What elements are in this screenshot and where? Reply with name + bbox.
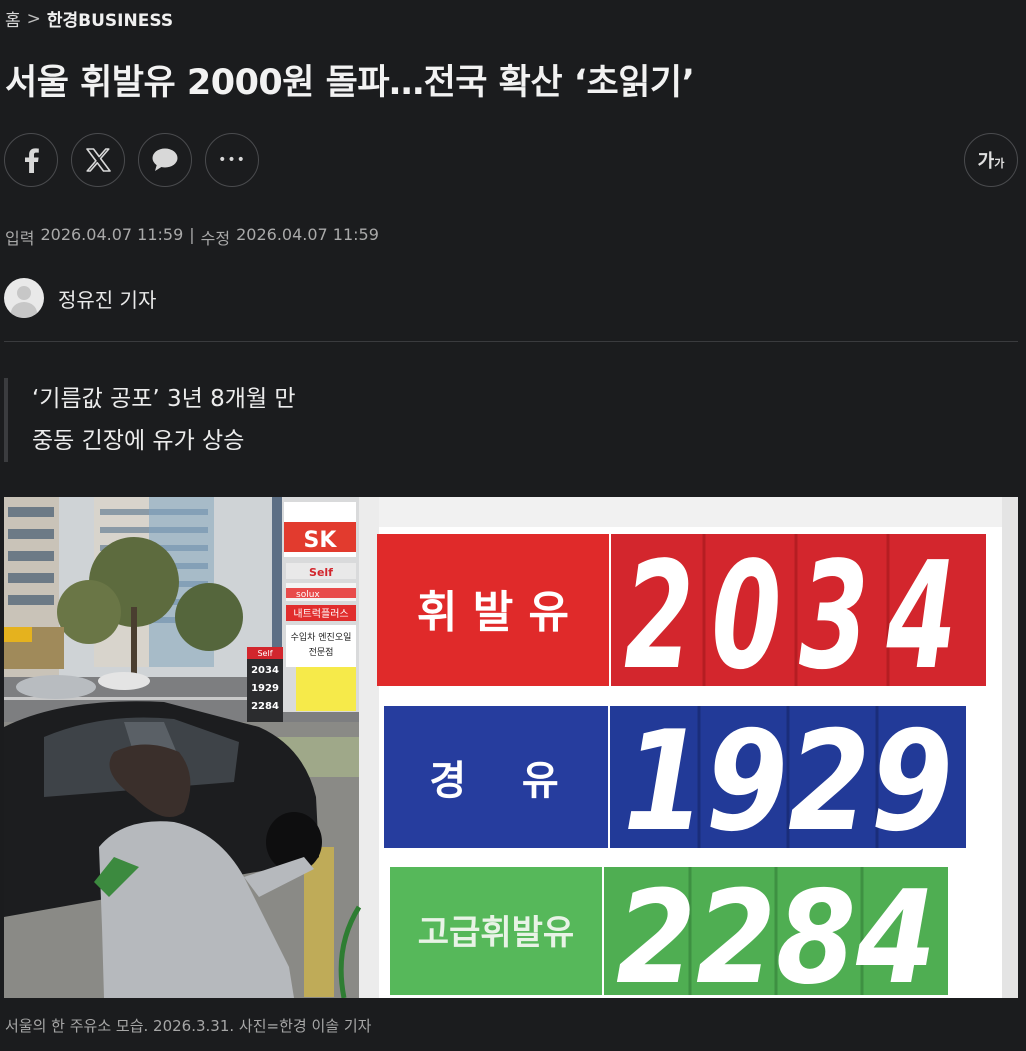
facebook-icon [25, 148, 39, 173]
share-buttons: ••• [4, 133, 259, 187]
more-icon: ••• [218, 152, 246, 168]
sign-line: solux [296, 590, 320, 600]
input-date-value: 2026.04.07 11:59 [40, 225, 184, 244]
breadcrumb: 홈 > 한경BUSINESS [5, 6, 173, 32]
article-dates: 입력 2026.04.07 11:59 | 수정 2026.04.07 11:5… [5, 225, 379, 249]
premium-gasoline-price: 2284 [616, 864, 936, 998]
sign-line: 내트럭플러스 [293, 608, 348, 620]
small-board-price: 1929 [251, 683, 279, 694]
small-board-self: Self [257, 649, 272, 658]
article-photo: SK Self solux 내트럭플러스 수입차 엔진오일 전문점 Self 2… [4, 497, 1018, 998]
sign-line: 수입차 엔진오일 [291, 631, 352, 643]
article-summary: ‘기름값 공포’ 3년 8개월 만 중동 긴장에 유가 상승 [4, 378, 296, 462]
small-board-price: 2284 [251, 701, 279, 712]
modified-date-value: 2026.04.07 11:59 [236, 225, 379, 244]
self-sign: Self [309, 566, 333, 579]
board-label: 고급휘발유 [418, 913, 574, 953]
article-title: 서울 휘발유 2000원 돌파…전국 확산 ‘초읽기’ [5, 63, 695, 103]
font-size-large-glyph: 가 [977, 151, 995, 172]
comment-share-button[interactable] [138, 133, 192, 187]
summary-line: ‘기름값 공포’ 3년 8개월 만 [32, 386, 296, 412]
facebook-share-button[interactable] [4, 133, 58, 187]
comment-icon [152, 148, 178, 171]
breadcrumb-home[interactable]: 홈 [5, 6, 21, 31]
author-byline[interactable]: 정유진 기자 [4, 278, 156, 318]
small-board-price: 2034 [251, 665, 279, 676]
date-separator: | [189, 225, 195, 244]
avatar [4, 278, 44, 318]
diesel-price: 1929 [623, 701, 953, 862]
input-date-label: 입력 [5, 229, 35, 248]
more-share-button[interactable]: ••• [205, 133, 259, 187]
x-share-button[interactable] [71, 133, 125, 187]
modified-date-label: 수정 [200, 229, 231, 248]
breadcrumb-separator: > [26, 8, 41, 29]
author-name[interactable]: 정유진 기자 [58, 284, 156, 313]
summary-line: 중동 긴장에 유가 상승 [32, 428, 245, 454]
station-brand-sign: SK [304, 528, 338, 553]
breadcrumb-section[interactable]: 한경BUSINESS [47, 6, 173, 31]
x-icon [86, 148, 111, 172]
board-label: 경 유 [429, 758, 558, 804]
divider [4, 341, 1018, 342]
font-size-small-glyph: 가 [994, 156, 1005, 170]
font-size-button[interactable]: 가가 [964, 133, 1018, 187]
gasoline-price: 2034 [624, 530, 974, 702]
photo-caption: 서울의 한 주유소 모습. 2026.3.31. 사진=한경 이솔 기자 [5, 1017, 372, 1035]
board-label: 휘 발 유 [417, 587, 569, 638]
sign-line: 전문점 [309, 646, 334, 658]
